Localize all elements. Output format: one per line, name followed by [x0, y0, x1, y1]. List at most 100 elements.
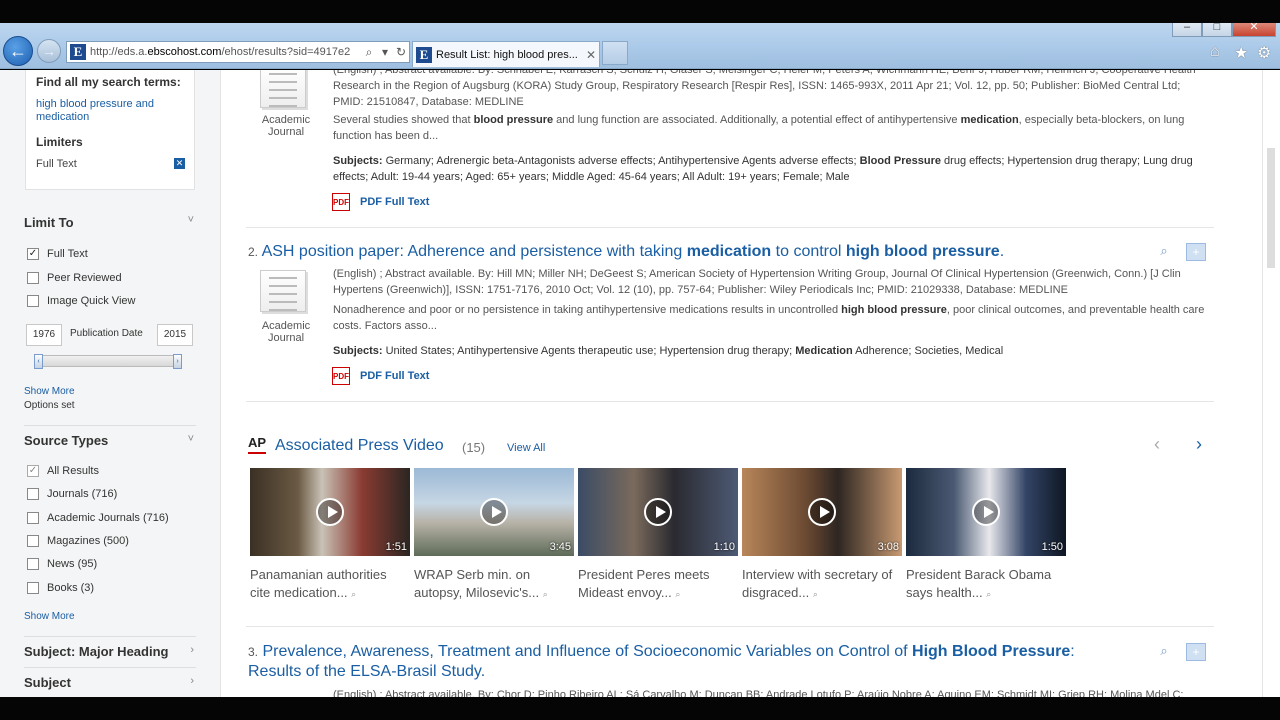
carousel-next-icon[interactable]: ›	[1196, 434, 1202, 455]
tab-favicon-icon: E	[416, 46, 432, 63]
letterbox-bottom	[0, 697, 1280, 720]
results-area: Academic Journal (English) ; Abstract av…	[222, 70, 1262, 697]
date-slider[interactable]: ‹ ›	[34, 354, 182, 369]
new-tab-button[interactable]	[602, 41, 628, 65]
video-caption-link[interactable]: Interview with secretary of disgraced...…	[742, 566, 902, 603]
checkbox-academic-journals[interactable]: Academic Journals (716)	[27, 512, 169, 524]
preview-icon[interactable]: ⌕	[813, 589, 818, 599]
home-icon[interactable]: ⌂	[1210, 43, 1220, 61]
checkbox[interactable]: ✓	[27, 248, 39, 260]
checkbox[interactable]	[27, 582, 39, 594]
play-icon[interactable]	[316, 498, 344, 526]
preview-icon[interactable]: ⌕	[986, 589, 991, 599]
result-meta: (English) ; Abstract available. By: Chor…	[333, 689, 1184, 697]
tab-close-icon[interactable]: ✕	[583, 48, 599, 62]
date-to-input[interactable]: 2015	[157, 324, 193, 346]
subject-heading[interactable]: Subject ›	[24, 667, 196, 690]
star-icon[interactable]: ★	[1234, 43, 1248, 63]
carousel-prev-icon[interactable]: ‹	[1154, 434, 1160, 455]
gear-icon[interactable]: ⚙	[1257, 43, 1271, 63]
chevron-down-icon: ˅	[187, 433, 194, 445]
add-to-folder-icon[interactable]: +	[1186, 643, 1206, 661]
show-more-link[interactable]: Show More	[24, 386, 75, 397]
refresh-icon[interactable]: ↻	[393, 45, 409, 59]
minimize-icon[interactable]: –	[1172, 23, 1202, 37]
ap-video-title[interactable]: Associated Press Video	[275, 437, 444, 455]
view-all-link[interactable]: View All	[507, 442, 545, 454]
find-all-heading: Find all my search terms:	[36, 75, 181, 89]
result-abstract: Nonadherence and poor or no persistence …	[333, 304, 1205, 332]
dropdown-icon[interactable]: ▾	[377, 45, 393, 59]
address-url[interactable]: http://eds.a.ebscohost.com/ehost/results…	[90, 46, 361, 58]
browser-chrome: – □ ✕ ← → E http://eds.a.ebscohost.com/e…	[0, 23, 1280, 69]
forward-icon[interactable]: →	[37, 39, 61, 63]
checkbox-books[interactable]: Books (3)	[27, 582, 94, 594]
play-icon[interactable]	[644, 498, 672, 526]
ap-video-count: (15)	[462, 440, 486, 455]
checkbox-peer-reviewed[interactable]: Peer Reviewed	[27, 272, 122, 284]
show-more-link[interactable]: Show More	[24, 611, 75, 622]
video-caption-link[interactable]: President Peres meets Mideast envoy... ⌕	[578, 566, 738, 603]
checkbox-image-quick-view[interactable]: Image Quick View	[27, 295, 135, 307]
checkbox[interactable]	[27, 272, 39, 284]
chevron-right-icon: ›	[190, 644, 194, 656]
preview-icon[interactable]: ⌕	[675, 589, 680, 599]
remove-limiter-icon[interactable]: ✕	[174, 158, 185, 169]
scrollbar-thumb[interactable]	[1267, 148, 1275, 268]
maximize-icon[interactable]: □	[1202, 23, 1232, 37]
video-thumbnail[interactable]: 3:08	[742, 468, 902, 556]
tab-title: Result List: high blood pres...	[436, 48, 578, 61]
checkbox-journals[interactable]: Journals (716)	[27, 488, 117, 500]
checkbox-magazines[interactable]: Magazines (500)	[27, 535, 129, 547]
search-terms-link[interactable]: high blood pressure and medication	[36, 98, 176, 124]
close-icon[interactable]: ✕	[1232, 23, 1276, 37]
pdf-full-text-link[interactable]: PDF PDF Full Text	[332, 193, 429, 211]
checkbox[interactable]	[27, 488, 39, 500]
slider-handle-left[interactable]: ‹	[34, 354, 43, 369]
video-thumbnail[interactable]: 3:45	[414, 468, 574, 556]
search-icon[interactable]: ⌕	[361, 45, 377, 60]
preview-icon[interactable]: ⌕	[351, 589, 356, 599]
limiters-heading: Limiters	[36, 135, 83, 149]
result-subjects: Subjects: Germany; Adrenergic beta-Antag…	[333, 155, 1193, 183]
video-thumbnail[interactable]: 1:10	[578, 468, 738, 556]
checkbox-all-results[interactable]: ✓ All Results	[27, 465, 99, 477]
video-thumbnail[interactable]: 1:51	[250, 468, 410, 556]
slider-handle-right[interactable]: ›	[173, 354, 182, 369]
result-title-link[interactable]: 2. ASH position paper: Adherence and per…	[248, 242, 1004, 262]
scrollbar[interactable]	[1262, 70, 1280, 697]
pdf-full-text-link[interactable]: PDF PDF Full Text	[332, 367, 429, 385]
academic-journal-icon	[260, 70, 306, 108]
add-to-folder-icon[interactable]: +	[1186, 243, 1206, 261]
sidebar: Find all my search terms: high blood pre…	[0, 70, 221, 697]
preview-icon[interactable]: ⌕	[1154, 243, 1174, 261]
limit-to-heading[interactable]: Limit To ˅	[24, 214, 196, 230]
checkbox[interactable]	[27, 295, 39, 307]
checkbox[interactable]	[27, 558, 39, 570]
result-title-link[interactable]: 3. Prevalence, Awareness, Treatment and …	[248, 642, 1128, 682]
divider	[246, 227, 1214, 228]
checkbox-full-text[interactable]: ✓ Full Text	[27, 248, 88, 260]
back-icon[interactable]: ←	[3, 36, 33, 66]
source-types-heading[interactable]: Source Types ˅	[24, 425, 196, 448]
subject-major-heading[interactable]: Subject: Major Heading ›	[24, 636, 196, 659]
video-caption-link[interactable]: WRAP Serb min. on autopsy, Milosevic's..…	[414, 566, 574, 603]
play-icon[interactable]	[480, 498, 508, 526]
play-icon[interactable]	[972, 498, 1000, 526]
checkbox[interactable]: ✓	[27, 465, 39, 477]
checkbox-news[interactable]: News (95)	[27, 558, 97, 570]
video-duration: 1:51	[385, 541, 407, 553]
checkbox[interactable]	[27, 512, 39, 524]
preview-icon[interactable]: ⌕	[543, 589, 548, 599]
checkbox[interactable]	[27, 535, 39, 547]
play-icon[interactable]	[808, 498, 836, 526]
video-caption-link[interactable]: President Barack Obama says health... ⌕	[906, 566, 1066, 603]
video-thumbnail[interactable]: 1:50	[906, 468, 1066, 556]
browser-tab[interactable]: E Result List: high blood pres... ✕	[412, 41, 600, 67]
chevron-down-icon: ˅	[187, 214, 194, 226]
preview-icon[interactable]: ⌕	[1154, 643, 1174, 661]
video-caption-link[interactable]: Panamanian authorities cite medication..…	[250, 566, 410, 603]
options-set-text: Options set	[24, 400, 75, 411]
date-from-input[interactable]: 1976	[26, 324, 62, 346]
address-bar[interactable]: E http://eds.a.ebscohost.com/ehost/resul…	[66, 41, 410, 63]
